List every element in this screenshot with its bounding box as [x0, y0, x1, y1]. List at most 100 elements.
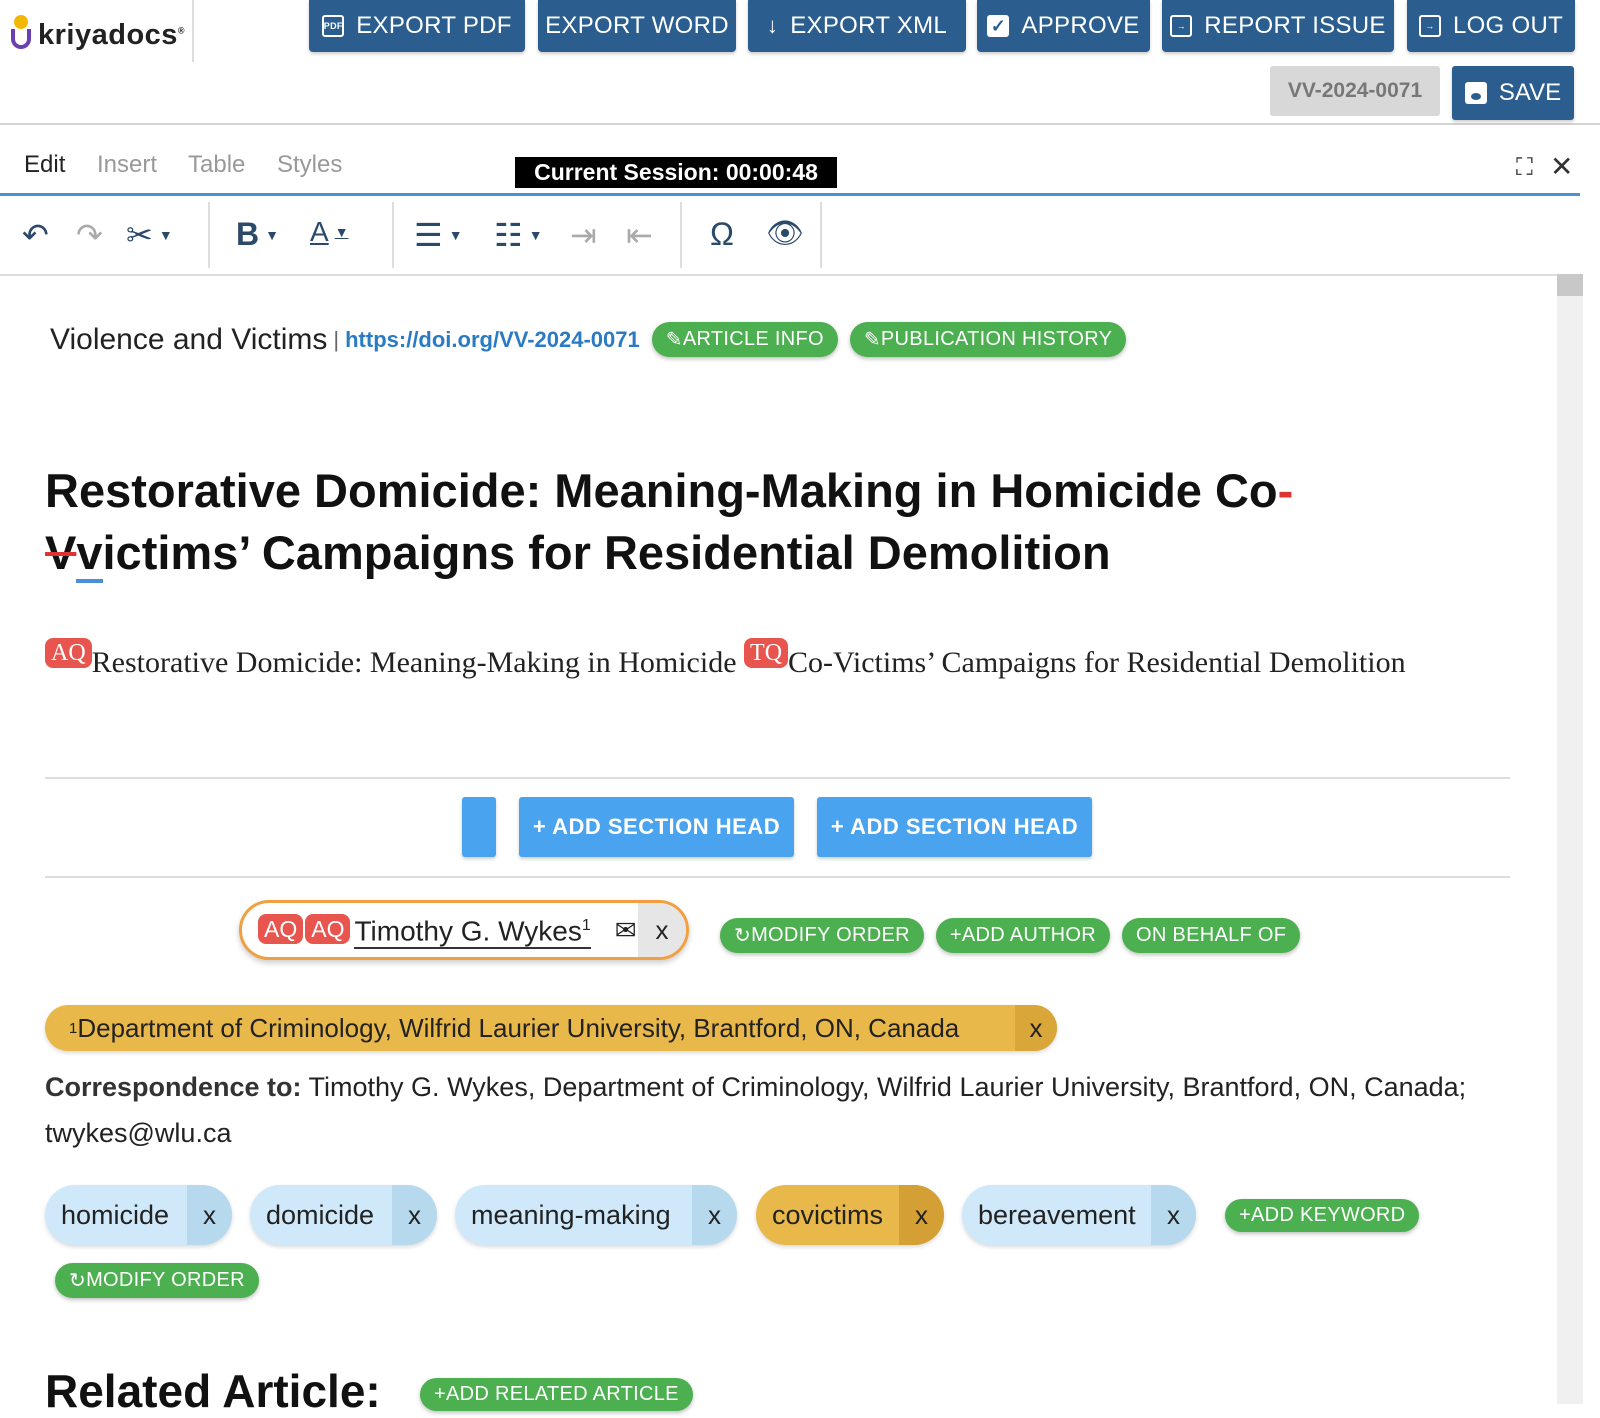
add-keyword-button[interactable]: + ADD KEYWORD	[1225, 1199, 1420, 1232]
add-section-head-button[interactable]: + ADD SECTION HEAD	[817, 797, 1092, 857]
journal-name: Violence and Victims	[50, 322, 328, 356]
fullscreen-icon[interactable]: ⛶	[1516, 154, 1533, 182]
pdf-icon: PDF	[322, 15, 345, 37]
save-button[interactable]: SAVE	[1452, 66, 1574, 120]
author-name[interactable]: Timothy G. Wykes1	[354, 911, 591, 949]
doi-link[interactable]: https://doi.org/VV-2024-0071	[345, 327, 640, 353]
article-subtitle[interactable]: AQ Restorative Domicide: Meaning-Making i…	[45, 638, 1465, 686]
tracked-deletion[interactable]: V	[45, 526, 76, 579]
export-word-button[interactable]: EXPORT WORD	[538, 0, 736, 52]
special-character-icon[interactable]: Ω	[710, 216, 734, 253]
indent-icon[interactable]: ⇥	[570, 216, 597, 254]
close-icon[interactable]: ✕	[1550, 150, 1573, 183]
cut-icon[interactable]: ✂ ▼	[126, 216, 173, 254]
remove-author-button[interactable]: x	[638, 903, 686, 957]
author-chip[interactable]: AQ AQ Timothy G. Wykes1 ✉ x	[239, 900, 689, 960]
chevron-down-icon: ▼	[158, 227, 173, 243]
divider	[45, 777, 1510, 779]
plus-icon: +	[434, 1383, 446, 1405]
article-info-button[interactable]: ✎ ARTICLE INFO	[651, 322, 838, 357]
tracked-insertion[interactable]: v	[76, 526, 103, 583]
add-section-head-button[interactable]: + ADD SECTION HEAD	[519, 797, 794, 857]
bullet-list-icon[interactable]: ☰ ▼	[414, 216, 463, 254]
on-behalf-of-button[interactable]: ON BEHALF OF	[1121, 918, 1301, 953]
undo-icon[interactable]: ↶	[22, 216, 49, 254]
remove-keyword-button[interactable]: x	[187, 1185, 232, 1245]
document-id-badge: VV-2024-0071	[1270, 66, 1440, 116]
scrollbar-track[interactable]	[1557, 274, 1583, 1404]
add-related-article-button[interactable]: + ADD RELATED ARTICLE	[420, 1378, 693, 1411]
keyword-chip[interactable]: homicide x	[45, 1185, 232, 1245]
modify-order-button[interactable]: ↻ MODIFY ORDER	[720, 918, 924, 953]
export-xml-button[interactable]: ↓ EXPORT XML	[748, 0, 966, 52]
remove-affiliation-button[interactable]: x	[1015, 1005, 1057, 1051]
report-icon: →	[1170, 15, 1193, 37]
author-query-badge[interactable]: AQ	[45, 638, 92, 668]
session-timer: Current Session: 00:00:48	[515, 157, 837, 188]
keyword-chip[interactable]: meaning-making x	[455, 1185, 737, 1245]
toolbar-divider	[820, 202, 822, 268]
refresh-icon: ↻	[734, 925, 752, 947]
redo-icon[interactable]: ↷	[76, 216, 103, 254]
report-issue-button[interactable]: → REPORT ISSUE	[1162, 0, 1394, 52]
bold-icon[interactable]: B ▼	[236, 216, 279, 253]
remove-keyword-button[interactable]: x	[899, 1185, 944, 1245]
kriyadocs-logo[interactable]: kriyadocs®	[10, 8, 185, 62]
typesetter-query-badge[interactable]: TQ	[744, 638, 789, 668]
remove-keyword-button[interactable]: x	[692, 1185, 737, 1245]
download-arrow-icon: ↓	[766, 13, 779, 38]
refresh-icon: ↻	[69, 1270, 87, 1292]
font-color-icon[interactable]: A ▼	[310, 216, 349, 248]
keyword-chip[interactable]: bereavement x	[962, 1185, 1196, 1245]
section-head-button-empty[interactable]	[462, 797, 496, 857]
separator: |	[333, 326, 340, 352]
pencil-icon: ✎	[863, 329, 881, 351]
divider	[45, 876, 1510, 878]
author-query-badge[interactable]: AQ	[258, 914, 304, 944]
toolbar-divider	[208, 202, 210, 268]
toolbar-divider	[680, 202, 682, 268]
article-title[interactable]: Restorative Domicide: Meaning-Making in …	[45, 460, 1465, 584]
modify-keyword-order-button[interactable]: ↻ MODIFY ORDER	[55, 1263, 259, 1298]
numbered-list-icon[interactable]: ☷ ▼	[494, 216, 543, 254]
check-icon: ✓	[987, 15, 1010, 37]
scrollbar-thumb[interactable]	[1557, 274, 1583, 296]
author-query-badge[interactable]: AQ	[305, 914, 351, 944]
remove-keyword-button[interactable]: x	[392, 1185, 437, 1245]
tab-insert[interactable]: Insert	[97, 151, 157, 179]
chevron-down-icon: ▼	[528, 227, 543, 243]
tab-edit[interactable]: Edit	[24, 151, 65, 179]
logo-mark-icon	[10, 15, 32, 55]
chevron-down-icon: ▼	[265, 226, 279, 243]
top-bar: kriyadocs® PDF EXPORT PDF EXPORT WORD ↓ …	[0, 0, 1600, 125]
correspondence[interactable]: Correspondence to: Timothy G. Wykes, Dep…	[45, 1064, 1485, 1156]
chevron-down-icon: ▼	[334, 224, 349, 240]
formatting-toolbar: ↶ ↷ ✂ ▼ B ▼ A ▼ ☰ ▼ ☷ ▼ ⇥ ⇤ Ω 👁	[0, 196, 1580, 276]
preview-eye-icon[interactable]: 👁	[766, 216, 804, 251]
affiliation-chip[interactable]: 1 Department of Criminology, Wilfrid Laur…	[45, 1005, 1057, 1051]
toolbar-divider	[392, 202, 394, 268]
tab-table[interactable]: Table	[188, 151, 245, 179]
related-article-heading: Related Article:	[45, 1365, 381, 1417]
plus-icon: +	[949, 924, 962, 946]
approve-button[interactable]: ✓ APPROVE	[977, 0, 1150, 52]
journal-header: Violence and Victims | https://doi.org/V…	[50, 322, 1138, 357]
email-icon[interactable]: ✉	[615, 915, 637, 946]
tab-styles[interactable]: Styles	[277, 151, 342, 179]
chevron-down-icon: ▼	[448, 227, 463, 243]
remove-keyword-button[interactable]: x	[1151, 1185, 1196, 1245]
log-out-button[interactable]: → LOG OUT	[1407, 0, 1575, 52]
author-actions: ↻ MODIFY ORDER + ADD AUTHOR ON BEHALF OF	[720, 918, 1312, 953]
plus-icon: +	[1239, 1204, 1251, 1226]
outdent-icon[interactable]: ⇤	[626, 216, 653, 254]
brand-name: kriyadocs®	[38, 18, 186, 51]
logout-icon: →	[1418, 15, 1441, 37]
keyword-chip-highlighted[interactable]: covictims x	[756, 1185, 944, 1245]
keyword-chip[interactable]: domicide x	[250, 1185, 437, 1245]
floppy-disk-icon	[1464, 82, 1487, 104]
pencil-icon: ✎	[665, 329, 683, 351]
export-pdf-button[interactable]: PDF EXPORT PDF	[309, 0, 525, 52]
logo-divider	[192, 0, 194, 62]
publication-history-button[interactable]: ✎ PUBLICATION HISTORY	[849, 322, 1127, 357]
add-author-button[interactable]: + ADD AUTHOR	[935, 918, 1110, 953]
